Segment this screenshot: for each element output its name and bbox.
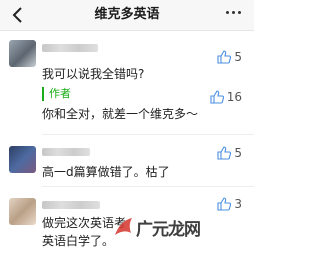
more-dots-icon[interactable]	[226, 11, 246, 19]
like-button[interactable]: 5	[217, 145, 242, 161]
reply-like-button[interactable]: 16	[210, 89, 242, 105]
reply-author-label: 作者	[49, 87, 71, 100]
like-count: 5	[234, 50, 242, 64]
watermark-text: 广元龙网	[136, 220, 201, 240]
nav-header: 维克多英语	[0, 0, 254, 31]
like-count: 5	[234, 146, 242, 160]
commenter-name	[42, 44, 98, 52]
thumbs-up-icon	[217, 50, 232, 64]
comment-item: 5 我可以说我全错吗? 作者 你和全对，就差一个维克多～ 16	[0, 36, 254, 124]
thumbs-up-icon	[217, 197, 232, 211]
author-reply: 作者	[42, 87, 71, 101]
thumbs-up-icon	[217, 146, 232, 160]
avatar[interactable]	[9, 198, 36, 225]
comment-text: 高一d篇算做错了。枯了	[42, 165, 170, 179]
commenter-name	[42, 148, 90, 156]
watermark-logo-icon	[115, 218, 132, 235]
like-button[interactable]: 3	[217, 196, 242, 212]
divider	[42, 186, 254, 187]
comment-text: 我可以说我全错吗?	[42, 67, 145, 81]
commenter-name	[42, 201, 100, 209]
page-title: 维克多英语	[94, 7, 160, 22]
like-button[interactable]: 5	[217, 49, 242, 65]
divider	[42, 134, 254, 135]
avatar[interactable]	[9, 40, 36, 67]
reply-text: 你和全对，就差一个维克多～	[42, 107, 199, 121]
thumbs-up-icon	[210, 90, 224, 104]
comment-text-line-2: 英语白学了。	[42, 234, 115, 248]
avatar[interactable]	[9, 146, 36, 173]
like-count: 16	[226, 90, 242, 104]
comment-item: 5 高一d篇算做错了。枯了	[0, 140, 254, 182]
like-count: 3	[234, 197, 242, 211]
